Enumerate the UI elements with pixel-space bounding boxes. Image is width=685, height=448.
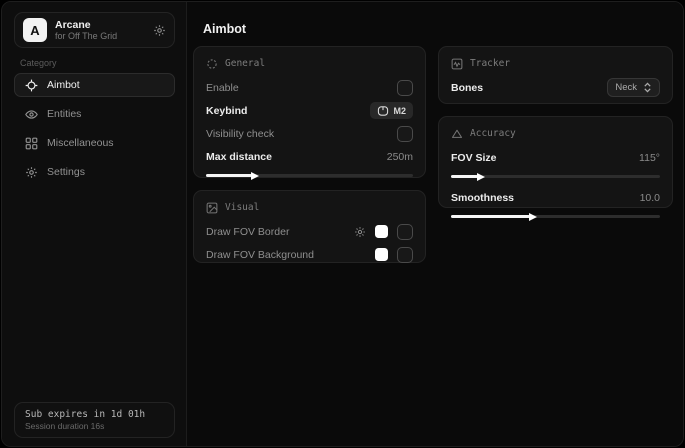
mouse-icon [377, 106, 389, 116]
card-visual-header: Visual [206, 200, 413, 215]
session-duration-text: Session duration 16s [25, 421, 164, 432]
smoothness-value: 10.0 [640, 192, 660, 204]
subscription-card: Sub expires in 1d 01h Session duration 1… [14, 402, 175, 438]
bones-selected-value: Neck [615, 82, 637, 93]
sidebar-item-entities[interactable]: Entities [14, 102, 175, 126]
smoothness-label: Smoothness [451, 192, 514, 204]
fov-background-checkbox[interactable] [397, 247, 413, 263]
fov-size-value: 115° [639, 152, 660, 164]
fov-size-slider[interactable] [451, 175, 660, 178]
sidebar-item-miscellaneous[interactable]: Miscellaneous [14, 131, 175, 155]
fov-border-color-swatch[interactable] [375, 225, 388, 238]
fov-size-label: FOV Size [451, 152, 497, 164]
main-content: Aimbot General Enable Keybind [188, 2, 683, 446]
eye-icon [25, 108, 38, 121]
grid-icon [25, 137, 38, 150]
card-accuracy-header: Accuracy [451, 126, 660, 141]
card-tracker: Tracker Bones Neck [438, 46, 673, 104]
max-distance-slider[interactable] [206, 174, 413, 177]
row-keybind: Keybind M2 [206, 99, 413, 122]
sidebar: A Arcane for Off The Grid Category [2, 2, 187, 446]
slider-fill [451, 175, 478, 178]
row-fov-border: Draw FOV Border [206, 220, 413, 243]
card-accuracy: Accuracy FOV Size 115° Smoothness 10.0 [438, 116, 673, 208]
keybind-button[interactable]: M2 [370, 102, 413, 119]
fov-background-color-swatch[interactable] [375, 248, 388, 261]
card-title: Visual [225, 202, 259, 213]
app-window: A Arcane for Off The Grid Category [1, 1, 684, 447]
row-visibility-check: Visibility check [206, 122, 413, 145]
sidebar-item-aimbot[interactable]: Aimbot [14, 73, 175, 97]
app-name: Arcane [55, 19, 153, 31]
visibility-checkbox[interactable] [397, 126, 413, 142]
card-title: Tracker [470, 58, 510, 69]
card-general-header: General [206, 56, 413, 71]
activity-icon [451, 58, 463, 70]
sidebar-item-label: Settings [47, 166, 85, 178]
row-enable: Enable [206, 76, 413, 99]
row-fov-background: Draw FOV Background [206, 243, 413, 266]
triangle-icon [451, 128, 463, 140]
card-general: General Enable Keybind M2 [193, 46, 426, 178]
row-fov-size: FOV Size 115° [451, 146, 660, 169]
max-distance-label: Max distance [206, 151, 272, 163]
app-logo: A [23, 18, 47, 42]
sidebar-item-settings[interactable]: Settings [14, 160, 175, 184]
card-tracker-header: Tracker [451, 56, 660, 71]
fov-border-checkbox[interactable] [397, 224, 413, 240]
sub-expires-text: Sub expires in 1d 01h [25, 408, 164, 421]
page-title: Aimbot [203, 22, 246, 36]
smoothness-slider[interactable] [451, 215, 660, 218]
fov-border-gear-icon[interactable] [354, 226, 366, 238]
category-label: Category [20, 58, 57, 68]
enable-label: Enable [206, 82, 239, 94]
row-bones: Bones Neck [451, 76, 660, 99]
app-subtitle: for Off The Grid [55, 31, 153, 42]
sidebar-item-label: Entities [47, 108, 81, 120]
card-title: General [225, 58, 265, 69]
sidebar-nav: Aimbot Entities [14, 73, 175, 189]
slider-fill [451, 215, 530, 218]
app-header-card: A Arcane for Off The Grid [14, 12, 175, 48]
max-distance-value: 250m [387, 151, 413, 163]
sidebar-item-label: Miscellaneous [47, 137, 114, 149]
fov-border-label: Draw FOV Border [206, 226, 289, 238]
sidebar-item-label: Aimbot [47, 79, 80, 91]
dashed-circle-icon [206, 58, 218, 70]
slider-fill [206, 174, 252, 177]
card-visual: Visual Draw FOV Border Draw FOV Backgr [193, 190, 426, 263]
gear-icon [25, 166, 38, 179]
bones-label: Bones [451, 82, 483, 94]
row-max-distance: Max distance 250m [206, 145, 413, 168]
fov-background-label: Draw FOV Background [206, 249, 314, 261]
image-icon [206, 202, 218, 214]
bones-select[interactable]: Neck [607, 78, 660, 97]
app-titles: Arcane for Off The Grid [55, 19, 153, 42]
enable-checkbox[interactable] [397, 80, 413, 96]
crosshair-icon [25, 79, 38, 92]
keybind-value: M2 [393, 106, 406, 116]
row-smoothness: Smoothness 10.0 [451, 186, 660, 209]
visibility-label: Visibility check [206, 128, 274, 140]
chevrons-up-down-icon [643, 82, 652, 93]
settings-gear-icon[interactable] [153, 24, 166, 37]
card-title: Accuracy [470, 128, 516, 139]
keybind-label: Keybind [206, 105, 247, 117]
